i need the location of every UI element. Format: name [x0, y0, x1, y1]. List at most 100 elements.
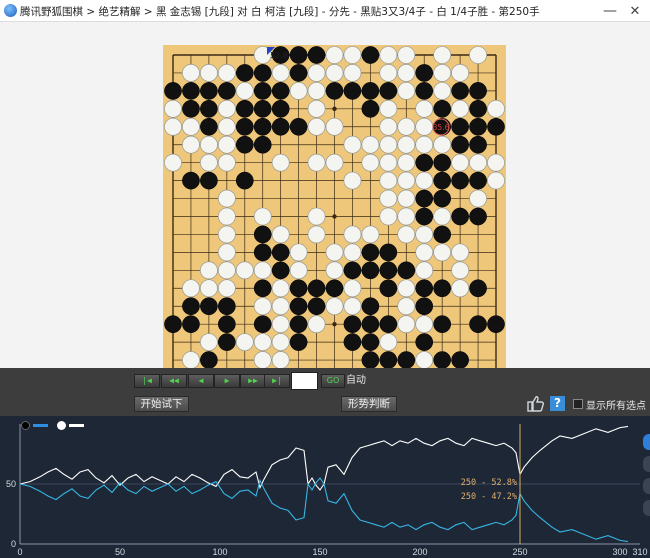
- white-stone: [199, 135, 218, 154]
- white-stone: [397, 135, 416, 154]
- white-stone: [271, 225, 290, 244]
- white-stone: [253, 333, 272, 352]
- white-stone: [415, 315, 434, 334]
- black-stone: [182, 100, 200, 118]
- back-ten-button[interactable]: ◀◀: [161, 374, 187, 388]
- white-stone: [397, 46, 416, 64]
- black-stone: [253, 64, 272, 82]
- black-stone: [182, 171, 200, 190]
- black-stone: [469, 82, 487, 100]
- window-title: 腾讯野狐围棋 > 绝艺精解 > 黑 金志锡 [九段] 对 白 柯洁 [九段] -…: [20, 6, 540, 18]
- black-stone: [200, 82, 218, 100]
- white-stone: [379, 135, 398, 154]
- white-stone: [289, 243, 308, 262]
- white-stone: [361, 153, 380, 172]
- black-stone: [379, 279, 398, 298]
- black-stone: [271, 243, 290, 262]
- black-stone: [433, 171, 451, 190]
- black-stone: [182, 82, 200, 100]
- white-stone: [217, 207, 236, 226]
- white-stone: [343, 64, 362, 82]
- white-stone: [397, 64, 416, 82]
- black-stone: [433, 351, 451, 369]
- red-hint-label: 35.6: [433, 123, 450, 132]
- white-stone: [217, 153, 236, 172]
- white-stone: [182, 64, 200, 82]
- board-area: 52.8 35.6: [0, 22, 650, 388]
- black-winrate-line: [19, 477, 629, 543]
- black-stone: [397, 351, 416, 369]
- white-stone: [253, 297, 272, 316]
- white-stone: [433, 243, 452, 262]
- black-stone: [289, 297, 308, 316]
- minimize-button[interactable]: —: [600, 1, 620, 21]
- last-move-button[interactable]: ▶|: [264, 374, 290, 388]
- situation-judge-button[interactable]: 形势判断: [341, 396, 397, 412]
- black-stone: [289, 64, 308, 82]
- black-stone: [271, 117, 290, 136]
- black-stone: [379, 351, 398, 369]
- help-icon[interactable]: ?: [550, 396, 565, 411]
- black-stone: [469, 135, 487, 154]
- chart-side-tab-1[interactable]: [643, 434, 650, 450]
- first-move-button[interactable]: |◀: [134, 374, 160, 388]
- white-stone: [199, 153, 218, 172]
- black-stone: [397, 261, 416, 280]
- white-stone: [343, 243, 362, 262]
- black-stone: [235, 117, 254, 136]
- star-point: [332, 106, 337, 112]
- black-stone: [433, 225, 451, 244]
- chart-side-tab-2[interactable]: [643, 456, 650, 472]
- white-stone: [397, 315, 416, 334]
- x-tick-label: 300: [612, 547, 627, 557]
- white-winrate-annotation: 250 - 52.8%: [461, 478, 517, 488]
- black-stone: [218, 82, 236, 100]
- white-stone: [397, 279, 416, 298]
- star-point: [332, 321, 337, 327]
- black-stone: [415, 207, 434, 226]
- black-stone: [451, 135, 469, 154]
- chart-side-tab-4[interactable]: [643, 500, 650, 516]
- black-stone: [325, 82, 344, 100]
- black-stone: [289, 279, 308, 298]
- start-trial-button[interactable]: 开始试下: [134, 396, 189, 412]
- go-board[interactable]: 52.8 35.6: [163, 45, 506, 388]
- title-bar: 腾讯野狐围棋 > 绝艺精解 > 黑 金志锡 [九段] 对 白 柯洁 [九段] -…: [0, 0, 650, 22]
- black-stone: [415, 82, 434, 100]
- black-stone: [164, 315, 182, 333]
- y-tick-label: 50: [6, 479, 16, 489]
- black-stone: [415, 153, 434, 172]
- move-number-input[interactable]: [291, 372, 318, 390]
- black-stone: [433, 315, 451, 333]
- chart-side-tab-3[interactable]: [643, 478, 650, 494]
- black-stone: [451, 171, 469, 190]
- auto-play-button[interactable]: 自动: [346, 372, 372, 390]
- black-stone: [253, 315, 272, 333]
- white-stone: [253, 261, 272, 280]
- white-stone: [343, 279, 362, 298]
- black-stone: [307, 297, 326, 316]
- white-stone: [433, 46, 452, 64]
- white-stone: [379, 207, 398, 226]
- show-all-checkbox[interactable]: [573, 399, 583, 409]
- black-stone: [379, 261, 398, 280]
- white-stone: [451, 99, 470, 118]
- star-point: [332, 214, 337, 219]
- black-stone: [379, 82, 398, 100]
- forward-one-button[interactable]: ▶: [214, 374, 240, 388]
- white-winrate-line: [19, 425, 629, 491]
- black-stone: [325, 279, 344, 298]
- black-stone: [182, 315, 200, 333]
- white-stone: [343, 225, 362, 244]
- black-stone: [433, 153, 451, 172]
- back-one-button[interactable]: ◀: [188, 374, 214, 388]
- white-stone: [451, 279, 470, 298]
- forward-ten-button[interactable]: ▶▶: [240, 374, 266, 388]
- close-button[interactable]: ✕: [624, 1, 646, 21]
- go-button[interactable]: GO: [321, 374, 345, 388]
- thumbs-up-icon[interactable]: [527, 395, 545, 413]
- black-stone: [433, 100, 451, 118]
- white-stone: [325, 46, 344, 64]
- black-stone: [469, 279, 487, 298]
- white-stone: [289, 261, 308, 280]
